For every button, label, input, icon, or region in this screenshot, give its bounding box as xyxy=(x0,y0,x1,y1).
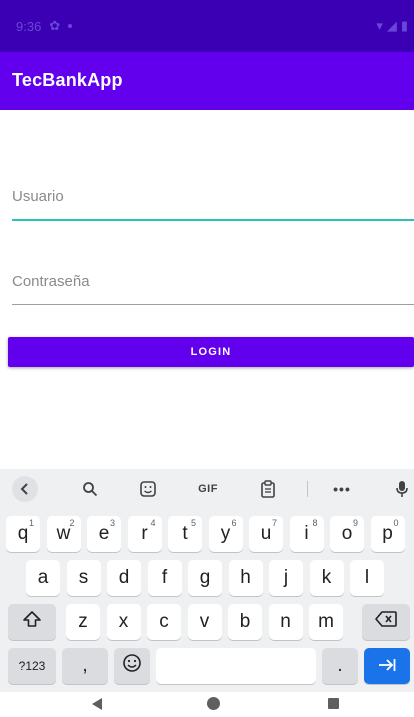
emoji-key[interactable] xyxy=(114,648,150,684)
sticker-icon[interactable] xyxy=(136,477,160,501)
key-hint: 4 xyxy=(150,518,156,528)
key-y[interactable]: y6 xyxy=(208,516,243,552)
key-o[interactable]: o9 xyxy=(330,516,364,552)
key-v[interactable]: v xyxy=(187,604,222,640)
key-hint: 9 xyxy=(352,518,358,528)
key-d[interactable]: d xyxy=(107,560,141,596)
nav-back-icon[interactable] xyxy=(92,698,102,710)
password-field[interactable] xyxy=(12,273,414,309)
key-w[interactable]: w2 xyxy=(46,516,81,552)
more-icon[interactable]: ••• xyxy=(330,477,354,501)
notification-dot-icon xyxy=(68,24,73,28)
soft-keyboard: GIF ••• q1w2e3r4t5y6u7i8o9p0 asdfghjkl z… xyxy=(0,469,414,692)
key-l[interactable]: l xyxy=(350,560,384,596)
status-left: 9:36 ✿ xyxy=(16,18,73,34)
shift-key[interactable] xyxy=(8,604,56,640)
key-n[interactable]: n xyxy=(268,604,303,640)
key-label: y xyxy=(220,523,231,544)
settings-icon: ✿ xyxy=(49,18,61,33)
status-bar: 9:36 ✿ ▾ ◢ ▮ xyxy=(0,0,414,52)
key-i[interactable]: i8 xyxy=(289,516,324,552)
key-label: i xyxy=(304,523,309,544)
key-hint: 1 xyxy=(28,518,34,528)
username-underline xyxy=(12,219,414,221)
key-z[interactable]: z xyxy=(66,604,100,640)
key-hint: 2 xyxy=(69,518,75,528)
key-q[interactable]: q1 xyxy=(6,516,40,552)
key-hint: 7 xyxy=(271,518,277,528)
nav-home-icon[interactable] xyxy=(207,697,220,710)
key-h[interactable]: h xyxy=(228,560,263,596)
key-x[interactable]: x xyxy=(106,604,141,640)
key-c[interactable]: c xyxy=(147,604,181,640)
toolbar-divider xyxy=(307,481,308,497)
key-k[interactable]: k xyxy=(309,560,344,596)
key-label: p xyxy=(382,523,393,544)
key-label: u xyxy=(260,523,272,544)
app-title: TecBankApp xyxy=(12,70,123,90)
username-field[interactable] xyxy=(12,188,414,224)
status-time: 9:36 xyxy=(16,18,42,34)
search-icon[interactable] xyxy=(78,477,102,501)
key-label: r xyxy=(141,523,148,544)
mic-icon[interactable] xyxy=(392,477,412,501)
nav-recents-icon[interactable] xyxy=(328,698,339,709)
app-bar: TecBankApp xyxy=(0,52,414,110)
key-j[interactable]: j xyxy=(269,560,303,596)
key-e[interactable]: e3 xyxy=(87,516,121,552)
status-right: ▾ ◢ ▮ xyxy=(376,18,408,34)
key-s[interactable]: s xyxy=(66,560,101,596)
emoji-icon xyxy=(122,653,142,679)
key-label: t xyxy=(182,523,188,544)
key-u[interactable]: u7 xyxy=(249,516,283,552)
key-label: e xyxy=(98,523,110,544)
key-hint: 8 xyxy=(312,518,318,528)
period-key[interactable]: . xyxy=(322,648,358,684)
key-f[interactable]: f xyxy=(147,560,182,596)
password-underline xyxy=(12,304,414,305)
keyboard-toolbar: GIF ••• xyxy=(0,469,414,509)
key-b[interactable]: b xyxy=(228,604,262,640)
backspace-key[interactable] xyxy=(362,604,410,640)
key-hint: 3 xyxy=(109,518,115,528)
login-button[interactable]: LOGIN xyxy=(8,337,414,367)
enter-arrow-icon xyxy=(378,656,396,677)
enter-key[interactable] xyxy=(364,648,410,684)
system-nav-bar xyxy=(0,692,414,717)
key-a[interactable]: a xyxy=(26,560,60,596)
key-hint: 6 xyxy=(231,518,237,528)
shift-icon xyxy=(22,610,42,634)
key-r[interactable]: r4 xyxy=(127,516,162,552)
key-g[interactable]: g xyxy=(188,560,222,596)
key-label: q xyxy=(17,523,29,544)
signal-icon: ◢ xyxy=(386,18,397,33)
symbols-key[interactable]: ?123 xyxy=(8,648,56,684)
key-label: w xyxy=(56,523,71,544)
key-hint: 5 xyxy=(190,518,196,528)
key-t[interactable]: t5 xyxy=(168,516,202,552)
password-input[interactable] xyxy=(12,273,414,290)
comma-key[interactable]: , xyxy=(62,648,108,684)
username-input[interactable] xyxy=(12,188,414,205)
key-m[interactable]: m xyxy=(309,604,343,640)
back-icon[interactable] xyxy=(12,476,38,502)
key-label: o xyxy=(341,523,353,544)
key-hint: 0 xyxy=(393,518,399,528)
gif-icon[interactable]: GIF xyxy=(192,477,224,501)
space-key[interactable] xyxy=(156,648,316,684)
backspace-icon xyxy=(375,611,397,633)
battery-icon: ▮ xyxy=(400,18,408,33)
clipboard-icon[interactable] xyxy=(256,477,280,501)
key-p[interactable]: p0 xyxy=(370,516,405,552)
wifi-icon: ▾ xyxy=(376,18,383,33)
